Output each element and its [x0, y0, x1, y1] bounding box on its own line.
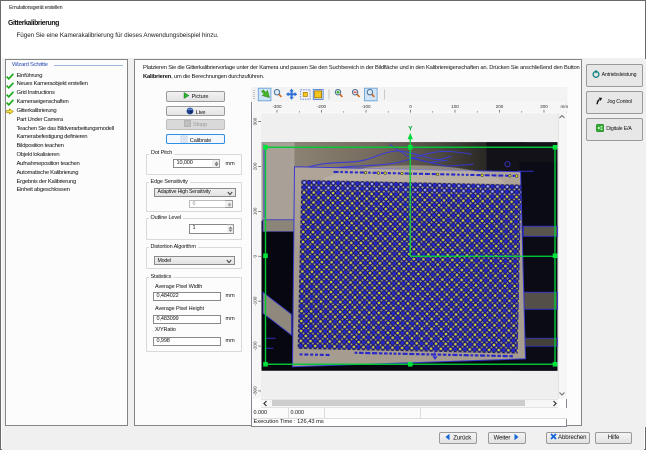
svg-text:Y: Y: [408, 125, 413, 132]
svg-text:200: 200: [495, 104, 503, 109]
svg-text:-100: -100: [361, 104, 371, 109]
svg-text:-300: -300: [272, 104, 282, 109]
svg-text:mm: mm: [560, 104, 568, 109]
svg-text:300: 300: [540, 104, 548, 109]
svg-text:300: 300: [253, 117, 258, 125]
svg-text:-100: -100: [253, 296, 258, 306]
svg-text:100: 100: [253, 207, 258, 215]
svg-text:-200: -200: [253, 341, 258, 351]
svg-text:100: 100: [451, 104, 459, 109]
svg-text:0: 0: [253, 254, 258, 257]
svg-text:0: 0: [409, 104, 412, 109]
svg-text:-300: -300: [253, 385, 258, 395]
svg-text:-200: -200: [316, 104, 326, 109]
svg-text:200: 200: [253, 162, 258, 170]
